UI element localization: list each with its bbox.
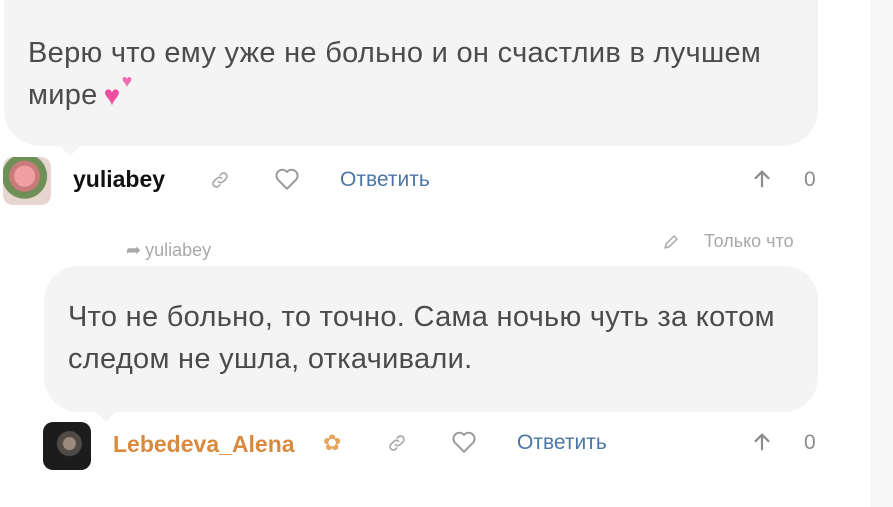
comment-author[interactable]: yuliabey [73,166,165,193]
two-hearts-emoji: ♥ ♥ [103,71,133,111]
reply-arrow-icon: ➦ [126,240,142,260]
link-icon[interactable] [210,170,230,190]
arrow-up-icon[interactable] [751,431,773,453]
upvote-count: 0 [804,168,816,191]
butterfly-icon: ✿ [323,430,342,455]
link-icon[interactable] [387,433,407,453]
comment-bubble: Что не больно, то точно. Сама ночью чуть… [44,266,818,422]
avatar[interactable] [43,422,91,470]
comment-author[interactable]: Lebedeva_Alena [113,431,295,458]
comment-meta-row: Lebedeva_Alena ✿ Ответить 0 [0,418,870,470]
heart-icon[interactable] [451,430,477,454]
comments-thread: Верю что ему уже не больно и он счастлив… [0,0,870,507]
comment-timestamp: Только что [704,231,794,251]
comment-meta-row: yuliabey Ответить 0 [0,155,870,205]
comment-bubble: Верю что ему уже не больно и он счастлив… [4,0,818,156]
reply-button[interactable]: Ответить [340,168,430,192]
comment-text: Что не больно, то точно. Сама ночью чуть… [68,301,775,375]
reply-button[interactable]: Ответить [517,431,607,455]
upvote-count: 0 [804,431,816,454]
heart-icon[interactable] [274,167,300,191]
reply-to-username: yuliabey [145,240,212,260]
avatar[interactable] [3,157,51,205]
edit-icon[interactable] [662,233,680,251]
arrow-up-icon[interactable] [751,168,773,190]
reply-to-label[interactable]: ➦ yuliabey [126,240,211,261]
